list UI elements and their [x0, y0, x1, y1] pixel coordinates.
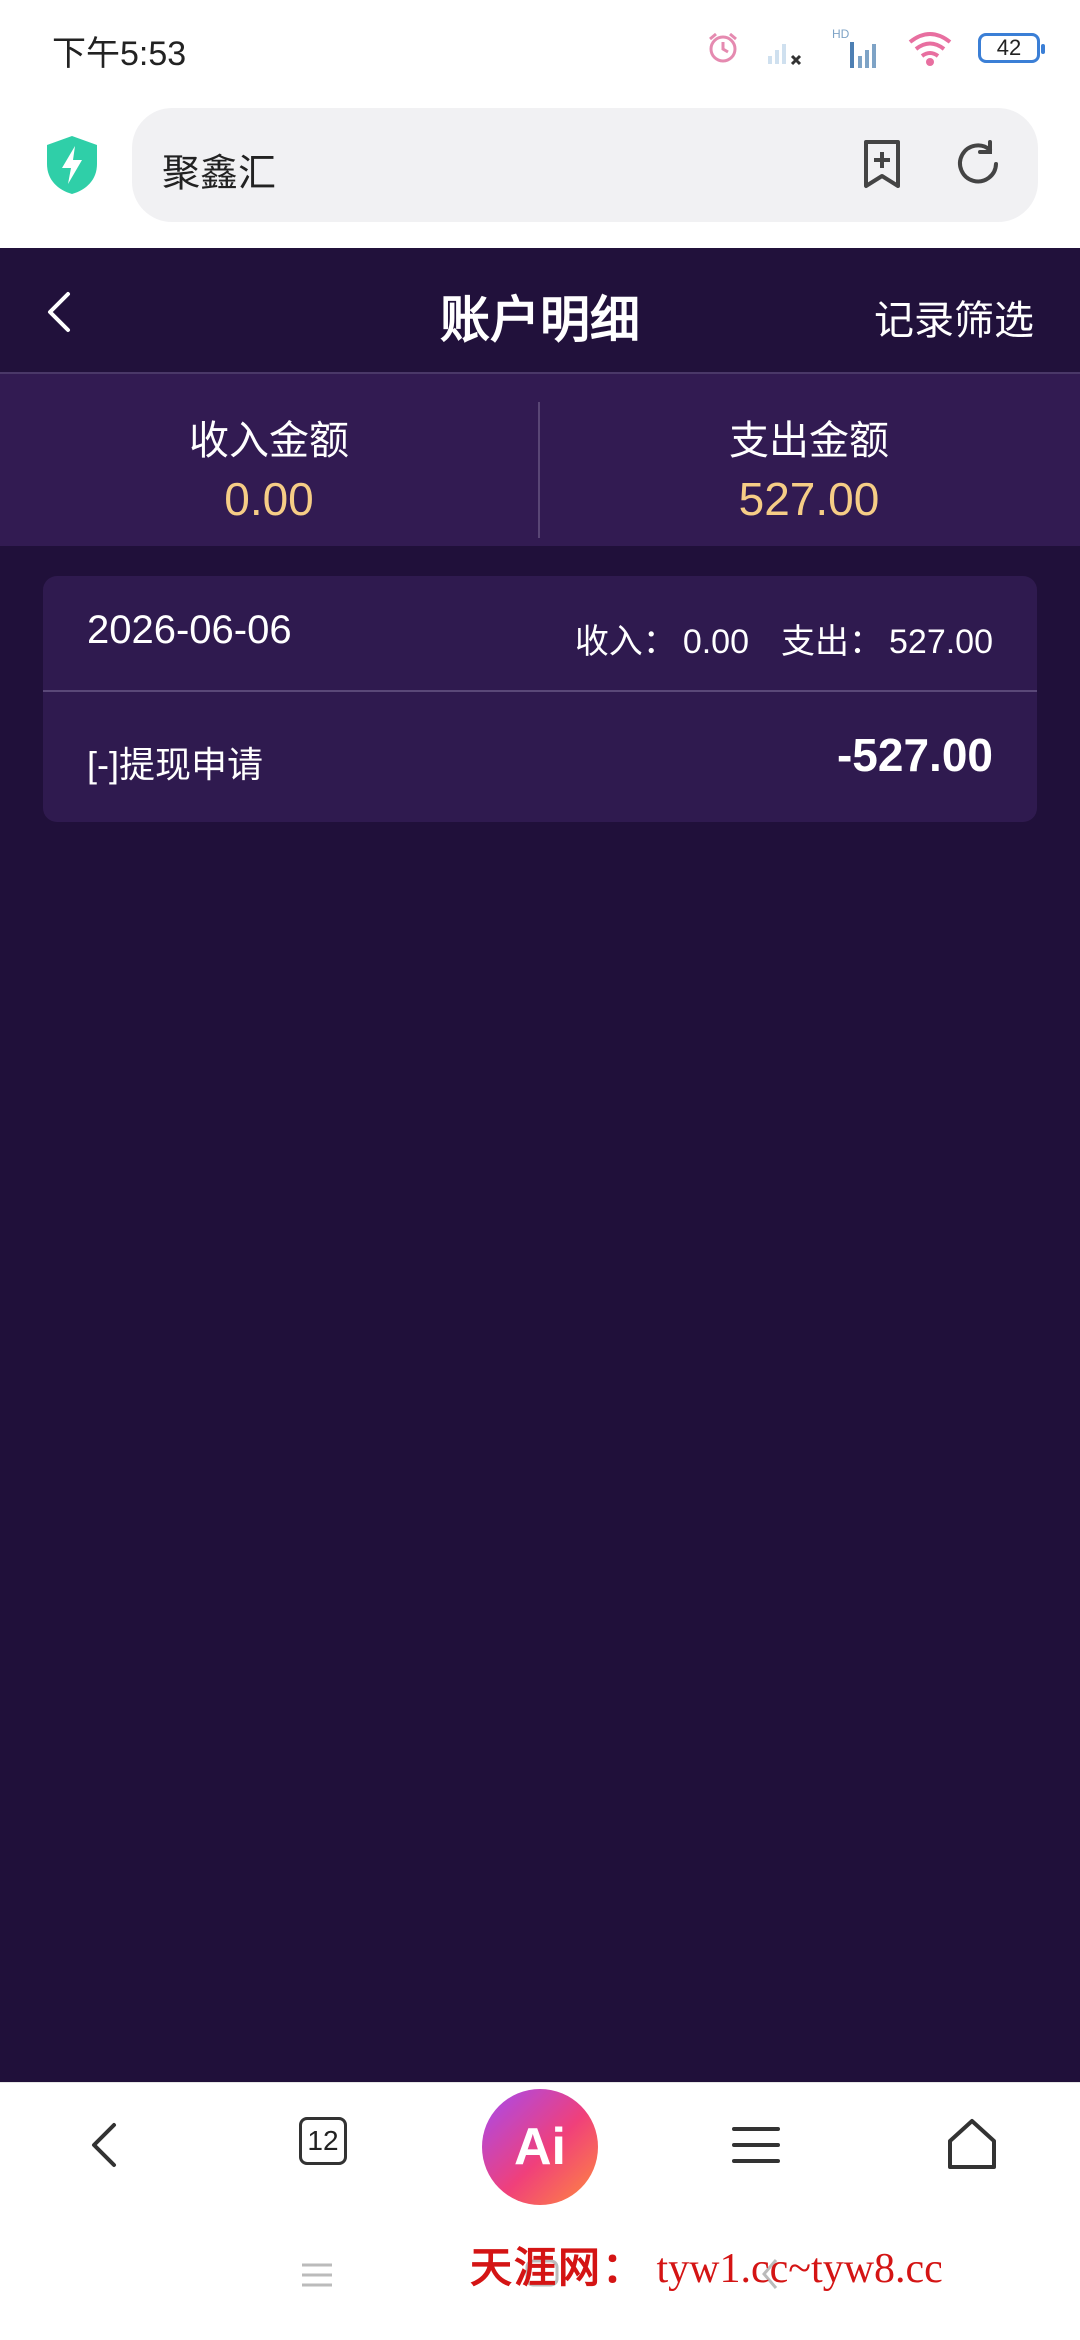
record-date-header: 2026-06-06 收入： 0.00 支出： 527.00: [43, 576, 1037, 692]
record-card: 2026-06-06 收入： 0.00 支出： 527.00 [-]提现申请 -527…: [43, 576, 1037, 822]
record-date: 2026-06-06: [87, 608, 292, 652]
income-label: 收入金额: [189, 419, 349, 463]
watermark: 天涯网： tyw1.cc~tyw8.cc: [470, 2234, 943, 2295]
status-icons: HD 42: [706, 26, 1045, 70]
shield-bolt-icon[interactable]: [44, 134, 100, 196]
day-expense-label: 支出：: [781, 623, 883, 661]
refresh-icon[interactable]: [950, 136, 1006, 192]
hd-signal-icon: HD: [832, 27, 876, 68]
watermark-domains: tyw1.cc~tyw8.cc: [656, 2246, 943, 2292]
svg-text:HD: HD: [832, 27, 850, 41]
address-bar[interactable]: 聚鑫汇: [132, 108, 1038, 222]
tabs-count: 12: [307, 2125, 339, 2156]
app-content: 账户明细 记录筛选 收入金额 0.00 支出金额 527.00 2026-06-…: [0, 248, 1080, 2082]
record-item-label[interactable]: [-]提现申请: [87, 736, 263, 788]
ai-label: Ai: [514, 2118, 566, 2176]
income-summary: 收入金额 0.00: [0, 374, 538, 546]
signal-icon: [768, 44, 802, 66]
income-value: 0.00: [224, 473, 314, 525]
ai-assistant-button[interactable]: Ai: [482, 2089, 598, 2205]
menu-icon[interactable]: [724, 2113, 788, 2177]
battery-icon: 42: [978, 33, 1045, 63]
day-income-label: 收入：: [574, 623, 677, 661]
day-income-value: 0.00: [682, 623, 749, 661]
status-time: 下午5:53: [52, 35, 187, 73]
alarm-icon: [709, 32, 737, 63]
system-nav-bar: 天涯网： tyw1.cc~tyw8.cc: [0, 2210, 1080, 2340]
status-bar: 下午5:53 HD 42: [0, 0, 1080, 100]
tabs-button[interactable]: 12: [299, 2117, 347, 2165]
summary-panel: 收入金额 0.00 支出金额 527.00: [0, 374, 1080, 546]
record-filter-button[interactable]: 记录筛选: [874, 288, 1034, 346]
record-item-amount: -527.00: [836, 729, 993, 781]
home-icon[interactable]: [940, 2113, 1004, 2177]
expense-value: 527.00: [738, 473, 880, 525]
battery-level: 42: [996, 35, 1022, 60]
browser-back-icon[interactable]: [74, 2113, 138, 2177]
expense-label: 支出金额: [729, 419, 889, 463]
record-day-totals: 收入： 0.00 支出： 527.00: [569, 614, 993, 663]
browser-toolbar: 12 Ai: [0, 2082, 1080, 2211]
url-text[interactable]: 聚鑫汇: [162, 142, 276, 197]
wifi-icon: [908, 32, 952, 66]
page-header: 账户明细 记录筛选: [0, 248, 1080, 374]
browser-bar: 聚鑫汇: [0, 100, 1080, 248]
day-expense-value: 527.00: [889, 623, 993, 661]
add-bookmark-icon[interactable]: [854, 136, 910, 192]
expense-summary: 支出金额 527.00: [540, 374, 1078, 546]
recent-apps-icon[interactable]: [300, 2262, 334, 2288]
watermark-site: 天涯网：: [470, 2246, 647, 2292]
